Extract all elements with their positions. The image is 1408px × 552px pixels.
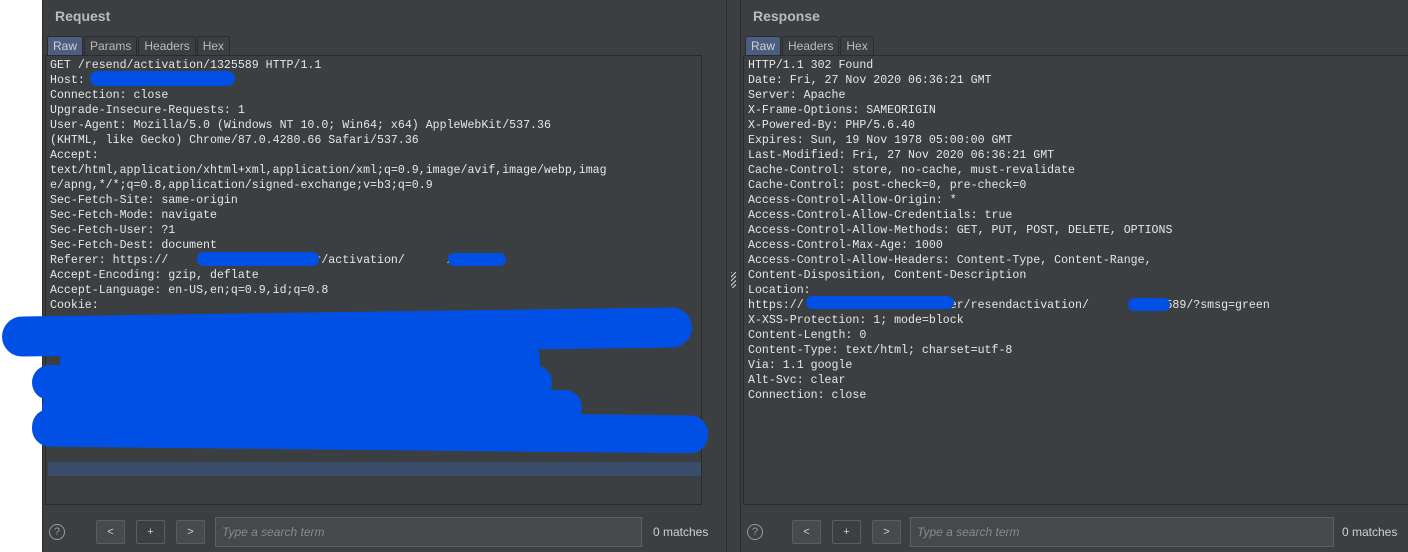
selected-line-highlight	[48, 462, 701, 476]
text-line[interactable]: Sec-Fetch-Mode: navigate	[50, 208, 701, 223]
text-line[interactable]: Date: Fri, 27 Nov 2020 06:36:21 GMT	[748, 73, 1408, 88]
text-line[interactable]: Accept-Encoding: gzip, deflate	[50, 268, 701, 283]
request-tab-headers[interactable]: Headers	[138, 36, 196, 55]
text-line[interactable]: Sec-Fetch-User: ?1	[50, 223, 701, 238]
response-title: Response	[753, 8, 820, 24]
text-line[interactable]: User-Agent: Mozilla/5.0 (Windows NT 10.0…	[50, 118, 701, 133]
text-line[interactable]: Access-Control-Allow-Credentials: true	[748, 208, 1408, 223]
redaction-mark	[197, 252, 319, 266]
text-line[interactable]: Connection: close	[50, 88, 701, 103]
redaction-mark	[1128, 298, 1170, 311]
split-divider[interactable]	[726, 0, 741, 552]
text-line[interactable]: Expires: Sun, 19 Nov 1978 05:00:00 GMT	[748, 133, 1408, 148]
burp-message-viewer: Request Raw Params Headers Hex GET /rese…	[42, 0, 1408, 552]
text-line[interactable]: Access-Control-Allow-Origin: *	[748, 193, 1408, 208]
response-tab-hex[interactable]: Hex	[840, 36, 874, 55]
request-tab-params[interactable]: Params	[84, 36, 138, 55]
response-search-input[interactable]	[910, 517, 1334, 547]
text-line[interactable]: X-XSS-Protection: 1; mode=block	[748, 313, 1408, 328]
text-line[interactable]: Accept:	[50, 148, 701, 163]
text-line[interactable]: Sec-Fetch-Dest: document	[50, 238, 701, 253]
help-icon[interactable]: ?	[747, 524, 763, 540]
text-line[interactable]: text/html,application/xhtml+xml,applicat…	[50, 163, 701, 178]
help-icon[interactable]: ?	[49, 524, 65, 540]
response-pane: Response Raw Headers Hex HTTP/1.1 302 Fo…	[741, 0, 1408, 552]
response-search-bar: ? < + > 0 matches	[741, 515, 1408, 547]
text-line[interactable]: Access-Control-Max-Age: 1000	[748, 238, 1408, 253]
response-tabs: Raw Headers Hex	[745, 36, 875, 55]
text-line[interactable]: Content-Length: 0	[748, 328, 1408, 343]
text-line[interactable]: Referer: https:// /user/activation/ /132…	[50, 253, 701, 268]
text-line[interactable]: HTTP/1.1 302 Found	[748, 58, 1408, 73]
request-tabs: Raw Params Headers Hex	[47, 36, 231, 55]
search-next-button[interactable]: >	[176, 520, 205, 544]
text-line[interactable]: Accept-Language: en-US,en;q=0.9,id;q=0.8	[50, 283, 701, 298]
search-prev-button[interactable]: <	[792, 520, 821, 544]
response-match-count: 0 matches	[1342, 525, 1398, 539]
text-line[interactable]: (KHTML, like Gecko) Chrome/87.0.4280.66 …	[50, 133, 701, 148]
text-line[interactable]: Connection: close	[748, 388, 1408, 403]
text-line[interactable]: Server: Apache	[748, 88, 1408, 103]
text-line[interactable]: Cache-Control: post-check=0, pre-check=0	[748, 178, 1408, 193]
redaction-mark	[31, 408, 709, 454]
text-line[interactable]: X-Powered-By: PHP/5.6.40	[748, 118, 1408, 133]
search-options-button[interactable]: +	[136, 520, 165, 544]
text-line[interactable]: Last-Modified: Fri, 27 Nov 2020 06:36:21…	[748, 148, 1408, 163]
request-search-input[interactable]	[215, 517, 642, 547]
request-tab-raw[interactable]: Raw	[47, 36, 84, 55]
request-match-count: 0 matches	[653, 525, 709, 539]
text-line[interactable]: Access-Control-Allow-Headers: Content-Ty…	[748, 253, 1408, 268]
search-prev-button[interactable]: <	[96, 520, 125, 544]
text-line[interactable]: e/apng,*/*;q=0.8,application/signed-exch…	[50, 178, 701, 193]
text-line[interactable]: X-Frame-Options: SAMEORIGIN	[748, 103, 1408, 118]
text-line[interactable]: Sec-Fetch-Site: same-origin	[50, 193, 701, 208]
text-line[interactable]: Cache-Control: store, no-cache, must-rev…	[748, 163, 1408, 178]
search-options-button[interactable]: +	[832, 520, 861, 544]
text-line[interactable]: Content-Disposition, Content-Description	[748, 268, 1408, 283]
text-line[interactable]: Upgrade-Insecure-Requests: 1	[50, 103, 701, 118]
response-tab-headers[interactable]: Headers	[782, 36, 840, 55]
text-line[interactable]: Via: 1.1 google	[748, 358, 1408, 373]
text-line[interactable]: Content-Type: text/html; charset=utf-8	[748, 343, 1408, 358]
redaction-mark	[448, 253, 506, 266]
text-line[interactable]: Access-Control-Allow-Methods: GET, PUT, …	[748, 223, 1408, 238]
request-tab-hex[interactable]: Hex	[196, 36, 231, 55]
request-search-bar: ? < + > 0 matches	[43, 515, 726, 547]
redaction-mark	[806, 296, 954, 309]
redaction-mark	[90, 71, 235, 86]
response-editor[interactable]: HTTP/1.1 302 Found Date: Fri, 27 Nov 2020…	[743, 55, 1408, 505]
search-next-button[interactable]: >	[872, 520, 901, 544]
text-line[interactable]: Alt-Svc: clear	[748, 373, 1408, 388]
response-text[interactable]: HTTP/1.1 302 Found Date: Fri, 27 Nov 2020…	[744, 56, 1408, 403]
drag-handle-icon[interactable]	[731, 272, 736, 288]
request-text[interactable]: GET /resend/activation/1325589 HTTP/1.1 H…	[46, 56, 701, 313]
request-title: Request	[55, 8, 111, 24]
response-tab-raw[interactable]: Raw	[745, 36, 782, 55]
